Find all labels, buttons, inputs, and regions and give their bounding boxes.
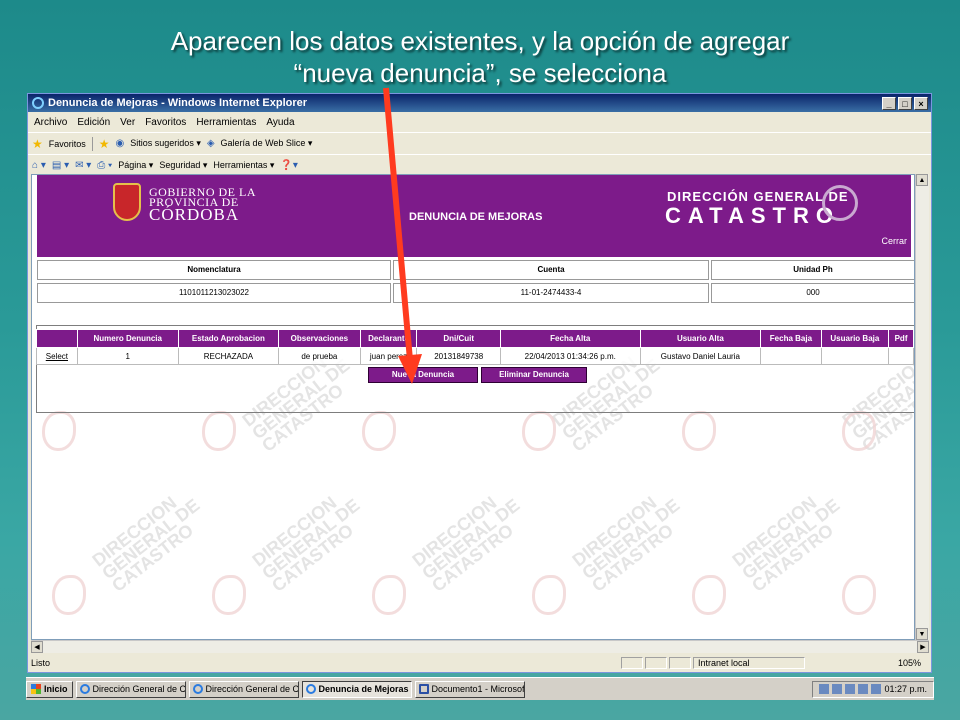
taskbar-item-active[interactable]: Denuncia de Mejoras ... [301,680,412,698]
windows-logo-icon [31,684,41,694]
arrow-head [398,354,422,384]
system-tray: 01:27 p.m. [812,680,934,698]
tray-icon[interactable] [819,684,830,694]
word-icon [418,684,429,694]
taskbar-item[interactable]: Dirección General de Cat... [75,680,186,698]
tray-icon[interactable] [832,684,843,694]
tray-icon[interactable] [858,684,869,694]
annotation-arrow [383,87,422,384]
ie-icon [79,684,90,694]
tray-icon[interactable] [845,684,856,694]
ie-icon [305,684,316,694]
taskbar-item[interactable]: Documento1 - Microsoft ... [414,680,525,698]
start-button[interactable]: Inicio [26,680,73,698]
taskbar: Inicio Dirección General de Cat... Direc… [26,677,934,700]
start-label: Inicio [44,684,68,694]
arrow-shaft [383,87,413,361]
clock: 01:27 p.m. [884,684,927,694]
tray-icon[interactable] [871,684,882,694]
taskbar-item[interactable]: Dirección General de Cat... [188,680,299,698]
ie-icon [192,684,203,694]
